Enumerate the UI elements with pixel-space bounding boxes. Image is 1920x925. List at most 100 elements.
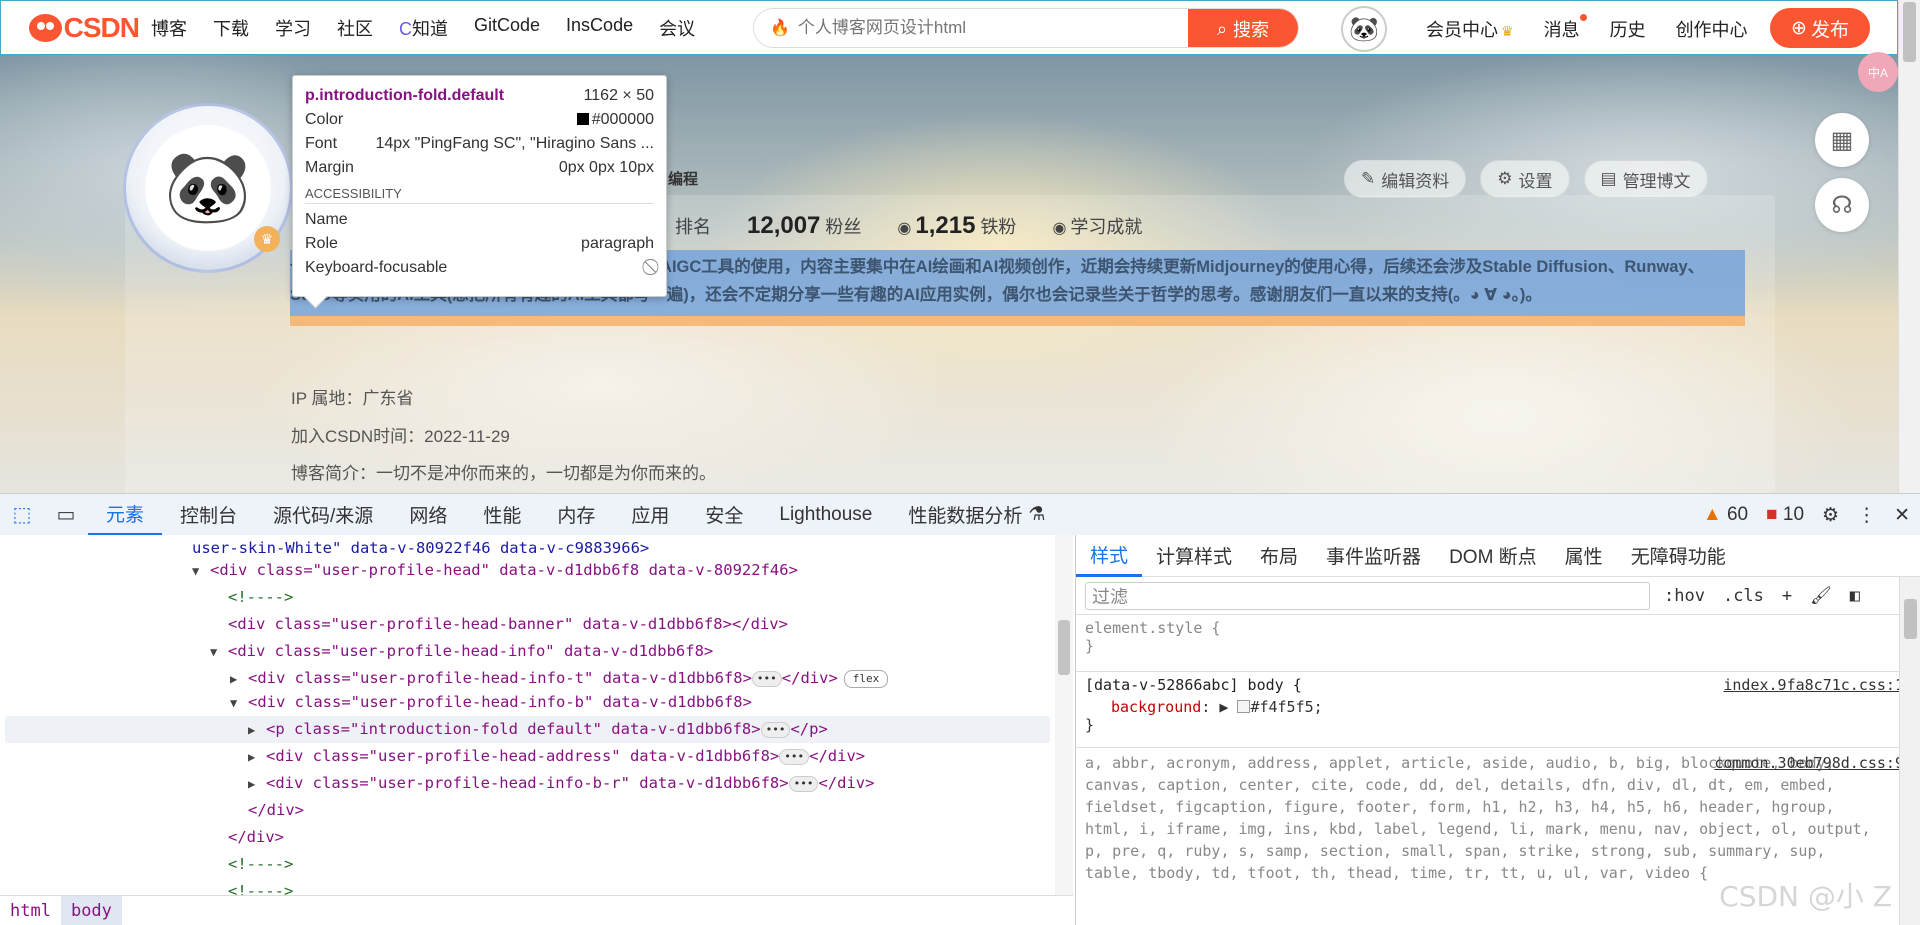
styles-scrollbar[interactable] xyxy=(1899,577,1920,925)
nav-link-learn[interactable]: 学习 xyxy=(275,15,311,41)
dom-comment[interactable]: <!----> xyxy=(228,851,293,878)
headset-icon[interactable]: ☊ xyxy=(1815,178,1869,232)
stat-iron-fans[interactable]: ◉ 1,215 铁粉 xyxy=(897,212,1016,240)
expand-triangle-icon[interactable]: ▼ xyxy=(192,558,210,585)
dom-comment[interactable]: <!----> xyxy=(228,584,293,611)
tab-performance[interactable]: 性能 xyxy=(465,494,539,536)
tab-security[interactable]: 安全 xyxy=(687,494,761,536)
css-source-link[interactable]: common.30eb798d.css:9 xyxy=(1714,752,1904,774)
page-scrollbar[interactable] xyxy=(1898,0,1920,493)
profile-avatar[interactable]: 🐼 ♛ xyxy=(123,103,293,273)
dom-node[interactable]: ▶ <div class="user-profile-head-info-b-r"… xyxy=(248,770,874,797)
breadcrumb-body[interactable]: body xyxy=(60,895,122,925)
dom-comment[interactable]: <!----> xyxy=(228,878,293,895)
close-icon[interactable]: ✕ xyxy=(1894,504,1910,527)
tooltip-label: Keyboard-focusable xyxy=(305,259,448,276)
nav-link-gitcode[interactable]: GitCode xyxy=(474,15,540,41)
dom-node[interactable]: ▼ <div class="user-profile-head" data-v-d… xyxy=(192,557,798,584)
sidebar-toggle-icon[interactable]: ◧ xyxy=(1850,586,1860,606)
edit-profile-button[interactable]: ✎ 编辑资料 xyxy=(1344,160,1467,198)
translate-icon[interactable]: 中A xyxy=(1858,52,1898,92)
breadcrumb-html[interactable]: html xyxy=(0,896,61,925)
expand-triangle-icon[interactable]: ▼ xyxy=(210,639,228,666)
tab-layout[interactable]: 布局 xyxy=(1246,535,1312,577)
qrcode-icon[interactable]: ▦ xyxy=(1815,113,1869,167)
tab-properties[interactable]: 属性 xyxy=(1551,535,1617,577)
tab-computed[interactable]: 计算样式 xyxy=(1142,535,1246,577)
collapse-triangle-icon[interactable]: ▶ xyxy=(248,744,266,771)
color-swatch[interactable] xyxy=(1237,700,1251,713)
inspect-element-icon[interactable]: ⬚ xyxy=(0,494,44,536)
dom-node-selected[interactable]: ▶ <p class="introduction-fold default" da… xyxy=(248,716,828,743)
tab-dom-breakpoints[interactable]: DOM 断点 xyxy=(1435,535,1551,577)
stat-rank[interactable]: 排名 xyxy=(675,213,711,239)
expand-triangle-icon[interactable]: ▶ xyxy=(1219,698,1228,716)
dom-node[interactable]: ▼ <div class="user-profile-head-info-b" d… xyxy=(230,689,752,716)
tab-lighthouse[interactable]: Lighthouse xyxy=(761,494,890,536)
nav-link-inscode[interactable]: InsCode xyxy=(566,15,633,41)
settings-gear-icon[interactable]: ⚙ xyxy=(1822,504,1839,527)
nav-messages[interactable]: 消息 xyxy=(1544,13,1587,42)
errors-count[interactable]: ■ 10 xyxy=(1766,504,1804,526)
search-button[interactable]: ⌕ 搜索 xyxy=(1188,9,1298,47)
nav-history[interactable]: 历史 xyxy=(1610,16,1646,42)
nav-vip-center[interactable]: 会员中心 ♛ xyxy=(1426,16,1514,42)
stat-fans[interactable]: 12,007 粉丝 xyxy=(747,212,861,240)
ellipsis-badge[interactable]: ••• xyxy=(751,671,782,687)
flex-badge[interactable]: flex xyxy=(843,670,889,688)
tab-elements[interactable]: 元素 xyxy=(88,494,163,536)
user-avatar[interactable]: 🐼 xyxy=(1341,6,1387,52)
collapse-triangle-icon[interactable]: ▶ xyxy=(248,771,266,798)
scrollbar-thumb[interactable] xyxy=(1903,2,1916,62)
nav-link-meeting[interactable]: 会议 xyxy=(659,15,695,41)
class-toggle-button[interactable]: .cls xyxy=(1723,586,1764,606)
ellipsis-badge[interactable]: ••• xyxy=(760,722,791,738)
paint-brush-icon[interactable]: 🖌 xyxy=(1810,586,1832,606)
nav-link-zhidao[interactable]: C知道 xyxy=(399,15,448,41)
nav-link-download[interactable]: 下载 xyxy=(213,15,249,41)
tab-network[interactable]: 网络 xyxy=(391,494,465,536)
tab-sources[interactable]: 源代码/来源 xyxy=(255,494,391,536)
ellipsis-badge[interactable]: ••• xyxy=(788,776,819,792)
csdn-logo[interactable]: CSDN xyxy=(29,12,140,44)
nav-link-community[interactable]: 社区 xyxy=(337,15,373,41)
expand-triangle-icon[interactable]: ▼ xyxy=(230,690,248,717)
ellipsis-badge[interactable]: ••• xyxy=(779,749,810,765)
css-property[interactable]: background xyxy=(1111,698,1201,716)
new-rule-plus-icon[interactable]: + xyxy=(1782,586,1792,606)
device-toolbar-icon[interactable]: ▭ xyxy=(44,494,88,536)
warnings-count[interactable]: ▲ 60 xyxy=(1703,504,1748,526)
publish-button[interactable]: ⊕ 发布 xyxy=(1770,8,1870,48)
css-rule-element-style[interactable]: element.style { } xyxy=(1076,615,1920,672)
hover-state-button[interactable]: :hov xyxy=(1664,586,1705,606)
tab-event-listeners[interactable]: 事件监听器 xyxy=(1312,535,1435,577)
dom-scrollbar[interactable] xyxy=(1055,535,1073,895)
more-menu-icon[interactable]: ⋮ xyxy=(1857,504,1876,527)
scrollbar-thumb[interactable] xyxy=(1058,620,1070,675)
search-input[interactable] xyxy=(797,18,1188,38)
css-rule-body[interactable]: [data-v-52866abc] body { index.9fa8c71c.… xyxy=(1076,672,1920,748)
filter-input[interactable]: 过滤 xyxy=(1085,581,1650,610)
dom-node[interactable]: ▶ <div class="user-profile-head-address" … xyxy=(248,743,865,770)
dom-node[interactable]: <div class="user-profile-head-banner" da… xyxy=(228,611,788,638)
scrollbar-thumb[interactable] xyxy=(1904,599,1917,639)
dom-close-tag[interactable]: </div> xyxy=(228,824,284,851)
tab-styles[interactable]: 样式 xyxy=(1076,535,1143,577)
tab-console[interactable]: 控制台 xyxy=(162,494,255,536)
collapse-triangle-icon[interactable]: ▶ xyxy=(248,717,266,744)
css-source-link[interactable]: index.9fa8c71c.css:1 xyxy=(1723,676,1904,694)
dom-close-tag[interactable]: </div> xyxy=(248,797,304,824)
css-value[interactable]: #f4f5f5; xyxy=(1250,698,1322,716)
css-rule-reset[interactable]: common.30eb798d.css:9 a, abbr, acronym, … xyxy=(1076,748,1920,888)
settings-button[interactable]: ⚙ 设置 xyxy=(1480,160,1570,198)
tab-accessibility[interactable]: 无障碍功能 xyxy=(1617,535,1740,577)
tab-memory[interactable]: 内存 xyxy=(539,494,613,536)
dom-node[interactable]: ▼ <div class="user-profile-head-info" dat… xyxy=(210,638,713,665)
dom-node[interactable]: ▶ <div class="user-profile-head-info-t" d… xyxy=(230,665,889,692)
manage-posts-button[interactable]: ▤ 管理博文 xyxy=(1583,160,1708,198)
nav-creator-center[interactable]: 创作中心 xyxy=(1676,16,1748,42)
tab-perf-insights[interactable]: 性能数据分析 ⚗ xyxy=(890,494,1063,536)
nav-link-blog[interactable]: 博客 xyxy=(151,15,187,41)
tab-application[interactable]: 应用 xyxy=(613,494,687,536)
stat-achievement[interactable]: ◉ 学习成就 xyxy=(1052,213,1142,239)
